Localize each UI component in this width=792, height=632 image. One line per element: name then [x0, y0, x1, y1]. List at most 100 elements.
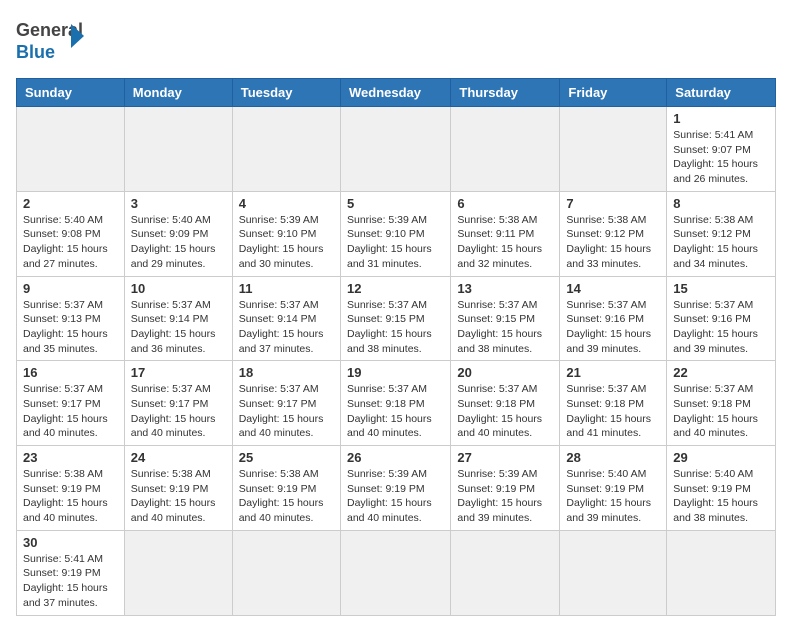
day-info: Sunrise: 5:38 AMSunset: 9:12 PMDaylight:… — [673, 213, 769, 272]
calendar-cell: 8Sunrise: 5:38 AMSunset: 9:12 PMDaylight… — [667, 191, 776, 276]
day-info: Sunrise: 5:37 AMSunset: 9:15 PMDaylight:… — [457, 298, 553, 357]
calendar-cell: 26 Sunrise: 5:39 AMSunset: 9:19 PMDayligh… — [340, 446, 450, 531]
day-info: Sunrise: 5:37 AMSunset: 9:18 PMDaylight:… — [347, 382, 444, 441]
calendar-cell: 5Sunrise: 5:39 AMSunset: 9:10 PMDaylight… — [340, 191, 450, 276]
calendar-cell: 4 Sunrise: 5:39 AMSunset: 9:10 PMDaylight… — [232, 191, 340, 276]
calendar-cell: 22 Sunrise: 5:37 AMSunset: 9:18 PMDayligh… — [667, 361, 776, 446]
calendar-cell — [124, 107, 232, 192]
day-info: Sunrise: 5:37 AMSunset: 9:14 PMDaylight:… — [239, 298, 334, 357]
day-header-friday: Friday — [560, 79, 667, 107]
calendar-cell: 29 Sunrise: 5:40 AMSunset: 9:19 PMDayligh… — [667, 446, 776, 531]
calendar-cell: 6Sunrise: 5:38 AMSunset: 9:11 PMDaylight… — [451, 191, 560, 276]
day-header-wednesday: Wednesday — [340, 79, 450, 107]
day-info: Sunrise: 5:39 AMSunset: 9:19 PMDaylight:… — [457, 467, 553, 526]
calendar-cell — [232, 107, 340, 192]
day-info: Sunrise: 5:41 AMSunset: 9:19 PMDaylight:… — [23, 552, 118, 611]
calendar-cell — [340, 107, 450, 192]
day-number: 18 — [239, 365, 334, 380]
day-header-sunday: Sunday — [17, 79, 125, 107]
day-info: Sunrise: 5:37 AMSunset: 9:15 PMDaylight:… — [347, 298, 444, 357]
calendar-week-row: 9 Sunrise: 5:37 AMSunset: 9:13 PMDaylight… — [17, 276, 776, 361]
calendar-week-row: 2Sunrise: 5:40 AMSunset: 9:08 PMDaylight… — [17, 191, 776, 276]
calendar-week-row: 1 Sunrise: 5:41 AMSunset: 9:07 PMDaylight… — [17, 107, 776, 192]
day-info: Sunrise: 5:38 AMSunset: 9:19 PMDaylight:… — [131, 467, 226, 526]
day-header-tuesday: Tuesday — [232, 79, 340, 107]
calendar-cell: 12 Sunrise: 5:37 AMSunset: 9:15 PMDayligh… — [340, 276, 450, 361]
day-header-thursday: Thursday — [451, 79, 560, 107]
day-info: Sunrise: 5:37 AMSunset: 9:17 PMDaylight:… — [131, 382, 226, 441]
day-number: 3 — [131, 196, 226, 211]
calendar-cell: 19 Sunrise: 5:37 AMSunset: 9:18 PMDayligh… — [340, 361, 450, 446]
day-number: 7 — [566, 196, 660, 211]
day-number: 9 — [23, 281, 118, 296]
day-number: 1 — [673, 111, 769, 126]
day-number: 30 — [23, 535, 118, 550]
day-number: 20 — [457, 365, 553, 380]
day-info: Sunrise: 5:39 AMSunset: 9:19 PMDaylight:… — [347, 467, 444, 526]
calendar-cell — [667, 530, 776, 615]
calendar-cell — [560, 530, 667, 615]
day-info: Sunrise: 5:37 AMSunset: 9:18 PMDaylight:… — [566, 382, 660, 441]
day-info: Sunrise: 5:40 AMSunset: 9:09 PMDaylight:… — [131, 213, 226, 272]
day-number: 22 — [673, 365, 769, 380]
day-number: 17 — [131, 365, 226, 380]
calendar-cell: 9 Sunrise: 5:37 AMSunset: 9:13 PMDaylight… — [17, 276, 125, 361]
day-number: 25 — [239, 450, 334, 465]
day-number: 4 — [239, 196, 334, 211]
day-number: 21 — [566, 365, 660, 380]
calendar-cell — [451, 107, 560, 192]
day-info: Sunrise: 5:37 AMSunset: 9:16 PMDaylight:… — [566, 298, 660, 357]
day-number: 10 — [131, 281, 226, 296]
day-number: 16 — [23, 365, 118, 380]
calendar-cell: 20 Sunrise: 5:37 AMSunset: 9:18 PMDayligh… — [451, 361, 560, 446]
calendar-cell: 21 Sunrise: 5:37 AMSunset: 9:18 PMDayligh… — [560, 361, 667, 446]
day-info: Sunrise: 5:37 AMSunset: 9:17 PMDaylight:… — [23, 382, 118, 441]
day-header-saturday: Saturday — [667, 79, 776, 107]
day-info: Sunrise: 5:37 AMSunset: 9:18 PMDaylight:… — [457, 382, 553, 441]
day-header-monday: Monday — [124, 79, 232, 107]
day-number: 2 — [23, 196, 118, 211]
calendar-cell: 17 Sunrise: 5:37 AMSunset: 9:17 PMDayligh… — [124, 361, 232, 446]
calendar-cell: 10 Sunrise: 5:37 AMSunset: 9:14 PMDayligh… — [124, 276, 232, 361]
logo: GeneralBlue — [16, 16, 96, 66]
calendar-cell: 27 Sunrise: 5:39 AMSunset: 9:19 PMDayligh… — [451, 446, 560, 531]
calendar-cell — [451, 530, 560, 615]
day-info: Sunrise: 5:37 AMSunset: 9:13 PMDaylight:… — [23, 298, 118, 357]
day-number: 19 — [347, 365, 444, 380]
calendar-table: SundayMondayTuesdayWednesdayThursdayFrid… — [16, 78, 776, 616]
day-info: Sunrise: 5:37 AMSunset: 9:14 PMDaylight:… — [131, 298, 226, 357]
day-number: 24 — [131, 450, 226, 465]
day-number: 29 — [673, 450, 769, 465]
day-number: 12 — [347, 281, 444, 296]
day-info: Sunrise: 5:37 AMSunset: 9:18 PMDaylight:… — [673, 382, 769, 441]
calendar-cell: 11 Sunrise: 5:37 AMSunset: 9:14 PMDayligh… — [232, 276, 340, 361]
day-info: Sunrise: 5:38 AMSunset: 9:11 PMDaylight:… — [457, 213, 553, 272]
calendar-cell: 16 Sunrise: 5:37 AMSunset: 9:17 PMDayligh… — [17, 361, 125, 446]
calendar-cell: 30 Sunrise: 5:41 AMSunset: 9:19 PMDayligh… — [17, 530, 125, 615]
calendar-cell: 2Sunrise: 5:40 AMSunset: 9:08 PMDaylight… — [17, 191, 125, 276]
generalblue-logo: GeneralBlue — [16, 16, 96, 66]
day-number: 11 — [239, 281, 334, 296]
calendar-header-row: SundayMondayTuesdayWednesdayThursdayFrid… — [17, 79, 776, 107]
calendar-cell — [232, 530, 340, 615]
day-info: Sunrise: 5:37 AMSunset: 9:16 PMDaylight:… — [673, 298, 769, 357]
day-number: 5 — [347, 196, 444, 211]
calendar-week-row: 23Sunrise: 5:38 AMSunset: 9:19 PMDayligh… — [17, 446, 776, 531]
day-number: 27 — [457, 450, 553, 465]
calendar-cell — [340, 530, 450, 615]
day-info: Sunrise: 5:40 AMSunset: 9:19 PMDaylight:… — [566, 467, 660, 526]
calendar-cell — [560, 107, 667, 192]
calendar-cell — [124, 530, 232, 615]
calendar-cell: 25 Sunrise: 5:38 AMSunset: 9:19 PMDayligh… — [232, 446, 340, 531]
day-info: Sunrise: 5:39 AMSunset: 9:10 PMDaylight:… — [239, 213, 334, 272]
calendar-cell: 13Sunrise: 5:37 AMSunset: 9:15 PMDayligh… — [451, 276, 560, 361]
day-info: Sunrise: 5:38 AMSunset: 9:19 PMDaylight:… — [239, 467, 334, 526]
calendar-cell: 15Sunrise: 5:37 AMSunset: 9:16 PMDayligh… — [667, 276, 776, 361]
calendar-cell: 7 Sunrise: 5:38 AMSunset: 9:12 PMDaylight… — [560, 191, 667, 276]
day-info: Sunrise: 5:38 AMSunset: 9:12 PMDaylight:… — [566, 213, 660, 272]
day-info: Sunrise: 5:41 AMSunset: 9:07 PMDaylight:… — [673, 128, 769, 187]
calendar-cell: 24 Sunrise: 5:38 AMSunset: 9:19 PMDayligh… — [124, 446, 232, 531]
day-info: Sunrise: 5:40 AMSunset: 9:19 PMDaylight:… — [673, 467, 769, 526]
day-number: 26 — [347, 450, 444, 465]
calendar-week-row: 16 Sunrise: 5:37 AMSunset: 9:17 PMDayligh… — [17, 361, 776, 446]
